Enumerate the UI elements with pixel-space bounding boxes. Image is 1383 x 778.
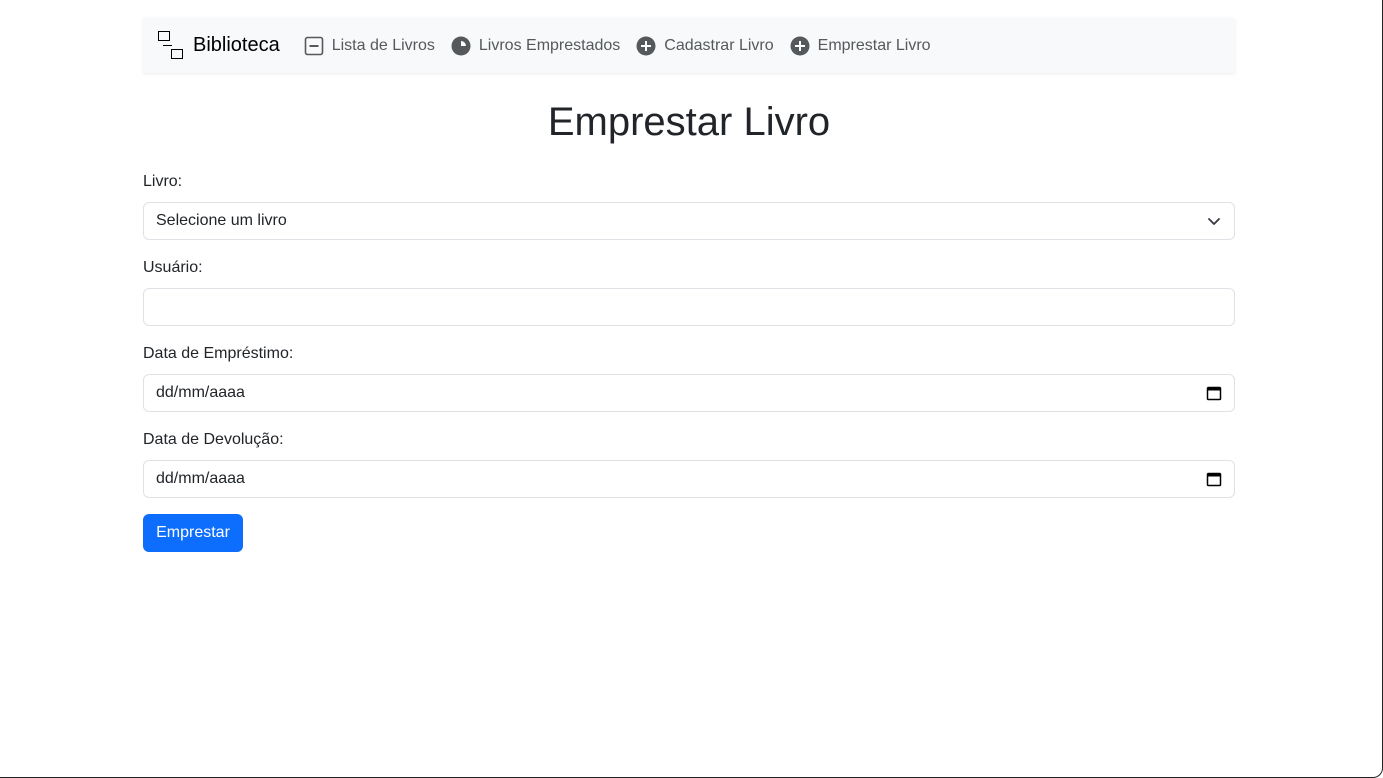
nav-item-label: Livros Emprestados bbox=[478, 36, 621, 54]
chevron-down-icon bbox=[1208, 218, 1220, 225]
dash-square-icon bbox=[304, 36, 324, 55]
brand-link[interactable]: Biblioteca bbox=[157, 30, 280, 61]
data-devolucao-value: dd/mm/aaaa bbox=[156, 470, 245, 487]
plus-circle-icon bbox=[790, 36, 810, 55]
plus-circle-icon bbox=[636, 36, 656, 55]
livro-select-value: Selecione um livro bbox=[156, 212, 287, 229]
usuario-label: Usuário: bbox=[143, 259, 203, 276]
livro-select[interactable]: Selecione um livro bbox=[143, 202, 1235, 240]
calendar-icon[interactable] bbox=[1206, 471, 1222, 487]
nav-item-livros-emprestados[interactable]: Livros Emprestados bbox=[451, 36, 620, 56]
usuario-input[interactable] bbox=[143, 288, 1235, 326]
nav-item-emprestar-livro[interactable]: Emprestar Livro bbox=[790, 36, 931, 56]
nav-item-label: Cadastrar Livro bbox=[664, 36, 774, 54]
data-emprestimo-label: Data de Empréstimo: bbox=[143, 345, 294, 362]
nav-item-lista-de-livros[interactable]: Lista de Livros bbox=[304, 36, 435, 56]
navbar: Biblioteca Lista de Livros Livros Empres… bbox=[143, 18, 1235, 73]
nav-item-label: Emprestar Livro bbox=[817, 36, 931, 54]
nav-item-label: Lista de Livros bbox=[331, 36, 435, 54]
calendar-icon[interactable] bbox=[1206, 385, 1222, 401]
diagram-icon bbox=[157, 30, 185, 61]
nav-item-cadastrar-livro[interactable]: Cadastrar Livro bbox=[636, 36, 774, 56]
emprestar-button[interactable]: Emprestar bbox=[143, 514, 243, 552]
brand-text: Biblioteca bbox=[193, 34, 280, 56]
data-emprestimo-value: dd/mm/aaaa bbox=[156, 384, 245, 401]
data-devolucao-label: Data de Devolução: bbox=[143, 431, 284, 448]
data-emprestimo-input[interactable]: dd/mm/aaaa bbox=[143, 374, 1235, 412]
data-devolucao-input[interactable]: dd/mm/aaaa bbox=[143, 460, 1235, 498]
pie-circle-icon bbox=[451, 36, 471, 55]
page-title: Emprestar Livro bbox=[547, 100, 831, 144]
livro-label: Livro: bbox=[143, 173, 183, 190]
